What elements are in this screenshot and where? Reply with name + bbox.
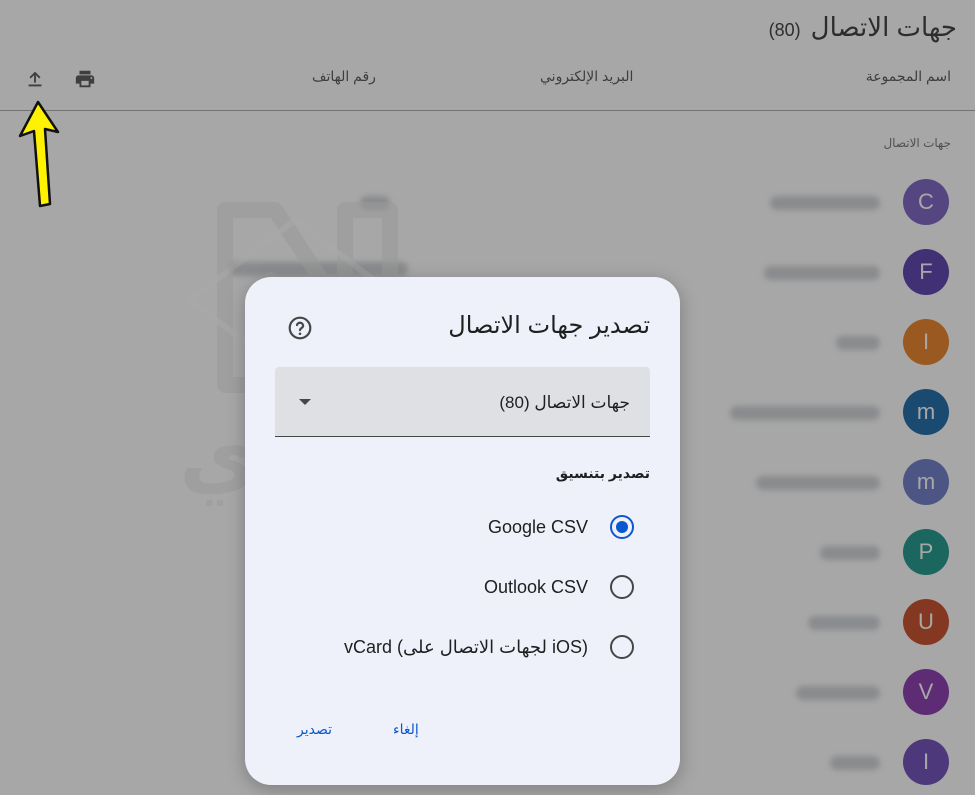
- radio-option-vcard[interactable]: vCard (لجهات الاتصال على iOS): [344, 635, 634, 659]
- export-contacts-dialog: تصدير جهات الاتصال جهات الاتصال (80) تصد…: [245, 277, 680, 785]
- radio-button[interactable]: [610, 575, 634, 599]
- export-format-label: تصدير بتنسيق: [555, 465, 650, 481]
- dialog-title: تصدير جهات الاتصال: [448, 312, 650, 339]
- radio-button[interactable]: [610, 635, 634, 659]
- contacts-select-dropdown[interactable]: جهات الاتصال (80): [275, 367, 650, 437]
- dropdown-arrow-icon: [299, 399, 311, 405]
- yellow-arrow-annotation: [18, 100, 60, 208]
- select-value: جهات الاتصال (80): [499, 393, 630, 412]
- cancel-button[interactable]: إلغاء: [393, 721, 419, 738]
- radio-label: Outlook CSV: [483, 576, 588, 597]
- radio-dot: [616, 521, 628, 533]
- radio-label: Google CSV: [487, 516, 588, 537]
- export-button[interactable]: تصدير: [297, 721, 332, 738]
- radio-label: vCard (لجهات الاتصال على iOS): [343, 636, 588, 657]
- radio-button-checked[interactable]: [610, 515, 634, 539]
- radio-option-google-csv[interactable]: Google CSV: [488, 515, 634, 539]
- radio-option-outlook-csv[interactable]: Outlook CSV: [484, 575, 634, 599]
- help-icon[interactable]: [287, 315, 313, 341]
